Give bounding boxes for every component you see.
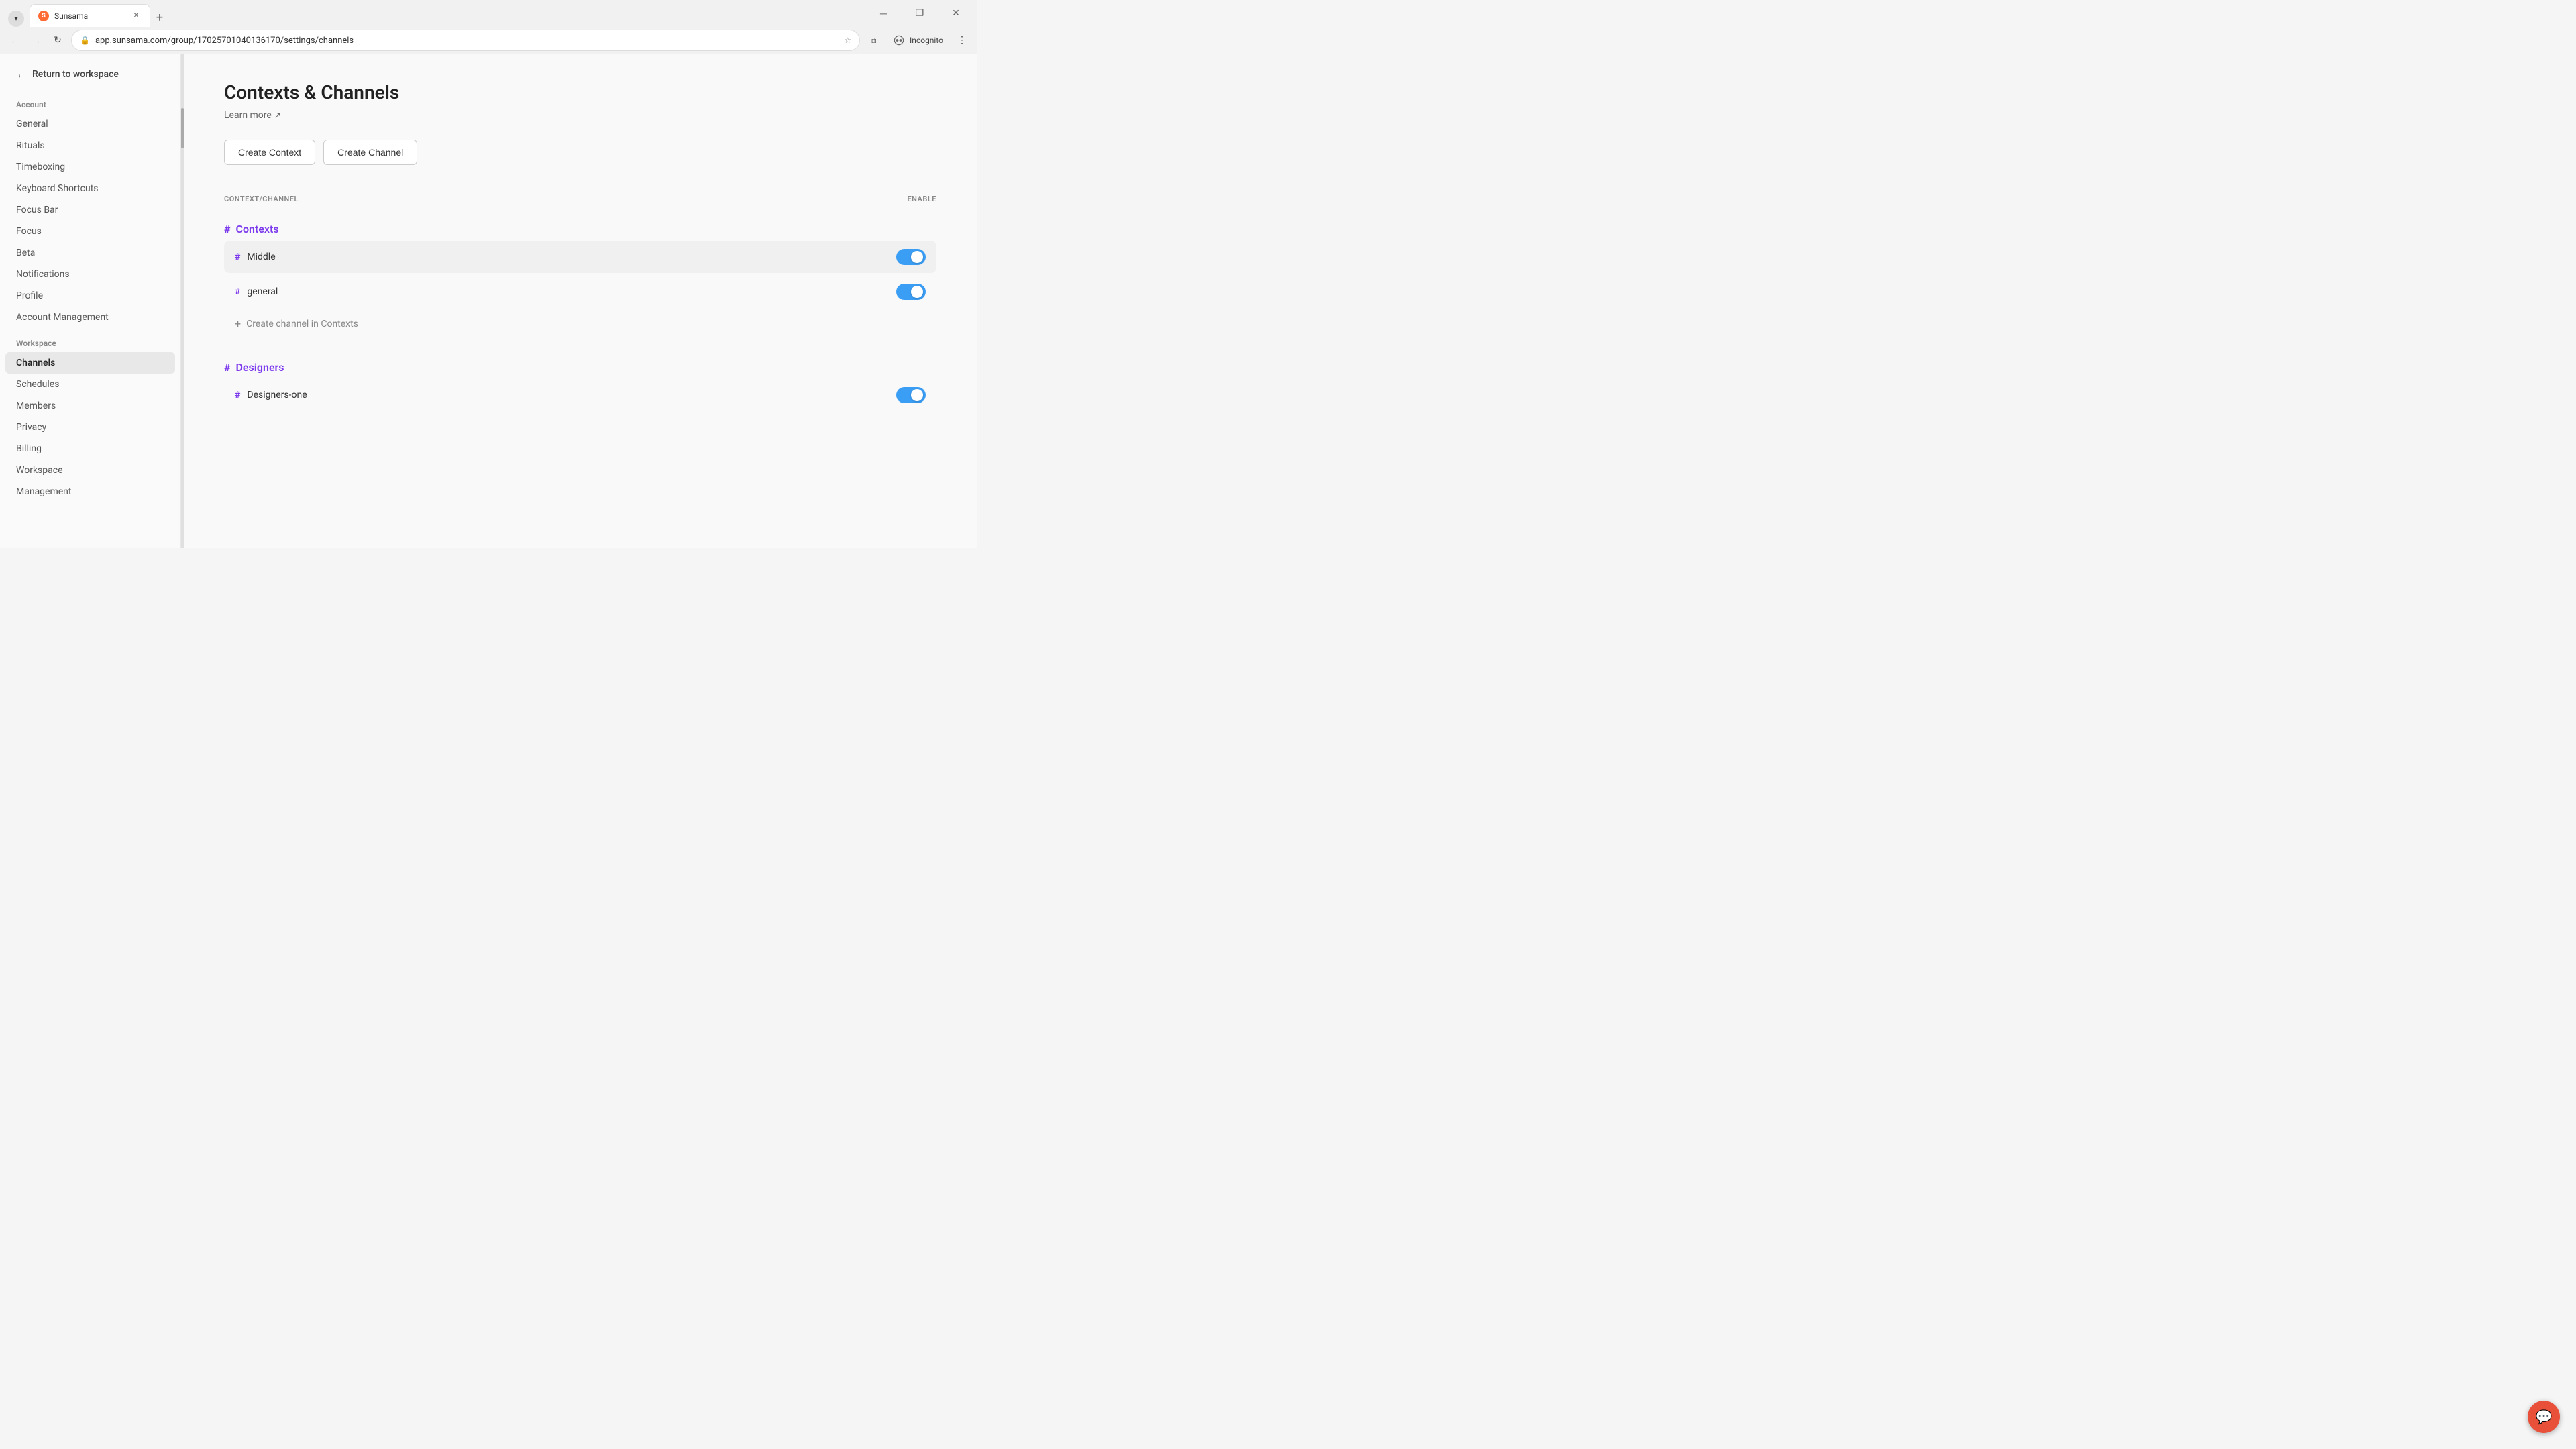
sidebar-item-billing[interactable]: Billing: [0, 438, 180, 460]
restore-button[interactable]: ❐: [904, 0, 935, 27]
sidebar-item-focus[interactable]: Focus: [0, 221, 180, 242]
channel-hash-icon-middle: #: [235, 252, 240, 262]
channel-row-middle[interactable]: # Middle: [224, 241, 936, 273]
tab-label: Sunsama: [54, 11, 125, 21]
return-to-workspace-label: Return to workspace: [32, 69, 119, 80]
sidebar-item-profile[interactable]: Profile: [0, 285, 180, 307]
reload-button[interactable]: ↻: [48, 31, 67, 50]
bookmark-icon[interactable]: ☆: [844, 36, 851, 45]
channel-row-designers-one[interactable]: # Designers-one: [224, 379, 936, 411]
group-name-designers: Designers: [235, 361, 284, 374]
sidebar-item-beta[interactable]: Beta: [0, 242, 180, 264]
channel-row-general[interactable]: # general: [224, 276, 936, 308]
sidebar-item-management[interactable]: Management: [0, 481, 180, 502]
nav-actions: ⧉ Incognito ⋮: [864, 31, 971, 50]
browser-chrome: ▾ S Sunsama ✕ + ─ ❐ ✕ ← → ↻ 🔒 app.sunsam…: [0, 0, 977, 54]
window-controls: ─ ❐ ✕: [868, 0, 971, 27]
create-context-button[interactable]: Create Context: [224, 140, 315, 165]
channel-label-middle: Middle: [247, 252, 275, 262]
action-buttons: Create Context Create Channel: [224, 140, 936, 165]
close-button[interactable]: ✕: [941, 0, 971, 27]
sidebar-item-timeboxing[interactable]: Timeboxing: [0, 156, 180, 178]
plus-icon-contexts: +: [235, 317, 241, 330]
browser-nav: ← → ↻ 🔒 app.sunsama.com/group/1702570104…: [0, 27, 977, 54]
page-title: Contexts & Channels: [224, 81, 936, 103]
sidebar-item-schedules[interactable]: Schedules: [0, 374, 180, 395]
workspace-section-label: Workspace: [0, 328, 180, 352]
learn-more-label: Learn more: [224, 110, 272, 121]
workspace-nav-items: Channels Schedules Members Privacy Billi…: [0, 352, 180, 502]
back-button[interactable]: ←: [5, 31, 24, 50]
forward-button[interactable]: →: [27, 31, 46, 50]
lock-icon: 🔒: [80, 36, 90, 45]
tab-bar: ▾ S Sunsama ✕ + ─ ❐ ✕: [0, 0, 977, 27]
minimize-button[interactable]: ─: [868, 0, 899, 27]
channel-hash-icon-general: #: [235, 286, 240, 297]
col-enable-label: ENABLE: [907, 195, 936, 203]
active-tab[interactable]: S Sunsama ✕: [30, 4, 150, 27]
sidebar-item-members[interactable]: Members: [0, 395, 180, 417]
hash-icon-contexts: #: [224, 223, 230, 235]
channel-name-general: # general: [235, 286, 278, 297]
col-channel-label: CONTEXT/CHANNEL: [224, 195, 299, 203]
sidebar-item-notifications[interactable]: Notifications: [0, 264, 180, 285]
tab-favicon: S: [38, 11, 49, 21]
create-channel-button[interactable]: Create Channel: [323, 140, 417, 165]
sidebar-item-general[interactable]: General: [0, 113, 180, 135]
channel-name-designers-one: # Designers-one: [235, 390, 307, 400]
sidebar-header: ← Return to workspace: [0, 54, 180, 89]
support-icon: 💬: [2536, 1409, 2553, 1425]
extensions-button[interactable]: ⧉: [864, 31, 883, 50]
toggle-middle[interactable]: [896, 249, 926, 265]
incognito-label: Incognito: [910, 36, 943, 45]
sidebar-item-workspace[interactable]: Workspace: [0, 460, 180, 481]
sidebar-item-account-management[interactable]: Account Management: [0, 307, 180, 328]
return-to-workspace-link[interactable]: ← Return to workspace: [16, 68, 164, 81]
create-in-contexts-label: Create channel in Contexts: [246, 319, 358, 329]
profile-switcher[interactable]: ▾: [8, 11, 24, 27]
app-layout: ← Return to workspace Account General Ri…: [0, 54, 977, 548]
table-header: CONTEXT/CHANNEL ENABLE: [224, 189, 936, 209]
scrollbar-thumb: [181, 108, 184, 148]
channel-label-general: general: [247, 286, 278, 297]
sidebar-item-channels[interactable]: Channels: [5, 352, 175, 374]
sidebar-item-focus-bar[interactable]: Focus Bar: [0, 199, 180, 221]
hash-icon-designers: #: [224, 361, 230, 374]
create-channel-in-contexts[interactable]: + Create channel in Contexts: [224, 311, 936, 337]
group-header-contexts: # Contexts: [224, 215, 936, 241]
address-bar[interactable]: 🔒 app.sunsama.com/group/1702570104013617…: [71, 30, 860, 51]
group-name-contexts: Contexts: [235, 223, 278, 235]
toggle-general[interactable]: [896, 284, 926, 300]
back-arrow-icon: ←: [16, 68, 27, 81]
channels-table: CONTEXT/CHANNEL ENABLE # Contexts # Midd…: [224, 189, 936, 411]
sidebar: ← Return to workspace Account General Ri…: [0, 54, 181, 548]
sidebar-item-rituals[interactable]: Rituals: [0, 135, 180, 156]
nav-left: ← → ↻: [5, 31, 67, 50]
sidebar-scrollbar: [181, 54, 184, 548]
channel-group-designers: # Designers # Designers-one: [224, 353, 936, 411]
group-header-designers: # Designers: [224, 353, 936, 379]
learn-more-link[interactable]: Learn more ↗: [224, 110, 936, 121]
new-tab-button[interactable]: +: [150, 8, 169, 27]
support-button[interactable]: 💬: [2528, 1401, 2560, 1433]
incognito-badge: Incognito: [885, 31, 950, 50]
address-text: app.sunsama.com/group/17025701040136170/…: [95, 36, 839, 46]
account-section-label: Account: [0, 89, 180, 113]
account-nav-items: General Rituals Timeboxing Keyboard Shor…: [0, 113, 180, 328]
sidebar-item-keyboard-shortcuts[interactable]: Keyboard Shortcuts: [0, 178, 180, 199]
main-content: Contexts & Channels Learn more ↗ Create …: [184, 54, 977, 548]
external-link-icon: ↗: [274, 111, 281, 120]
toggle-designers-one[interactable]: [896, 387, 926, 403]
tab-close-button[interactable]: ✕: [131, 11, 142, 21]
sidebar-item-privacy[interactable]: Privacy: [0, 417, 180, 438]
menu-button[interactable]: ⋮: [953, 31, 971, 50]
channel-name-middle: # Middle: [235, 252, 276, 262]
channel-label-designers-one: Designers-one: [247, 390, 307, 400]
channel-hash-icon-designers-one: #: [235, 390, 240, 400]
channel-group-contexts: # Contexts # Middle # general: [224, 215, 936, 337]
